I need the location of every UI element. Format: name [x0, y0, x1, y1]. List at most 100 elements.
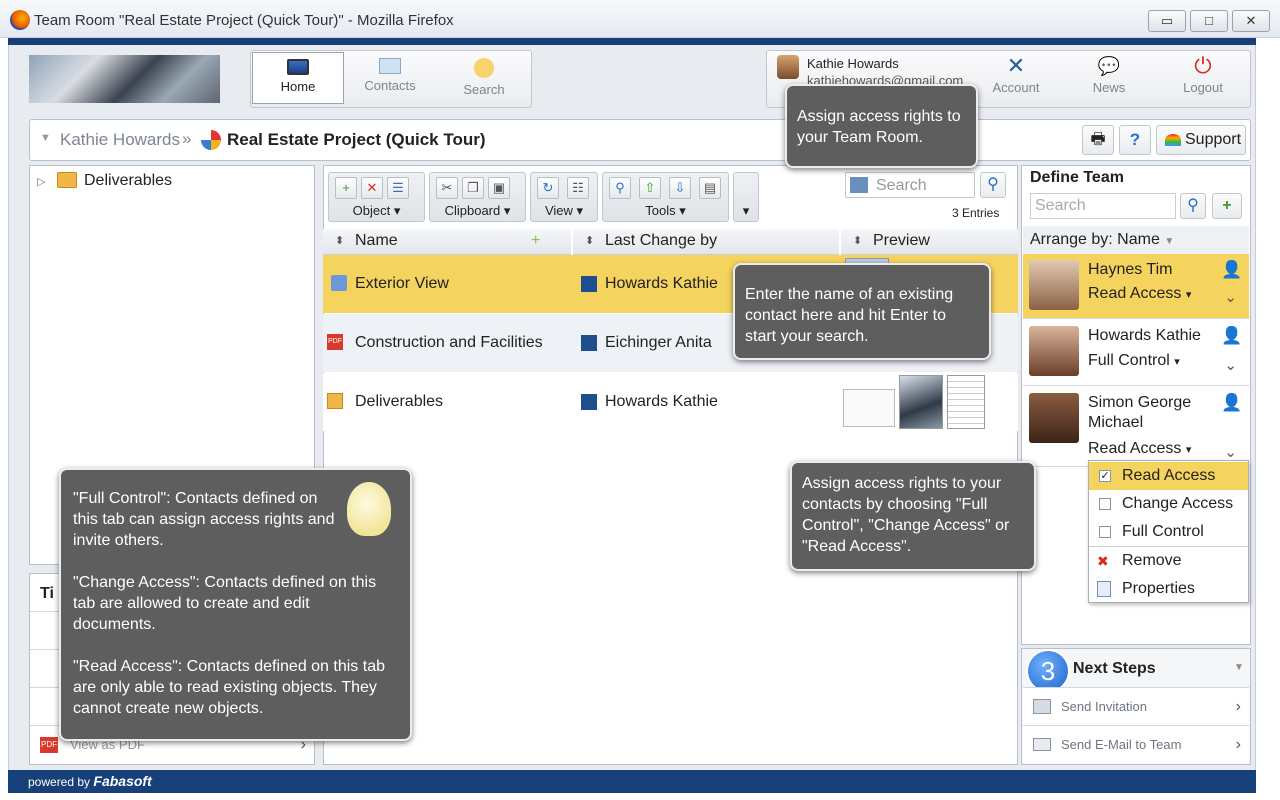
- team-room-icon: [201, 130, 221, 150]
- footer: powered by Fabasoft: [8, 770, 1256, 793]
- add-column-icon[interactable]: +: [531, 229, 540, 253]
- member-access-select[interactable]: Read Access ▾: [1088, 284, 1191, 305]
- support-button[interactable]: Support: [1156, 125, 1246, 155]
- powered-by-label: powered by: [28, 775, 91, 789]
- find-icon[interactable]: ⚲: [609, 177, 631, 199]
- team-search-input[interactable]: Search: [1030, 193, 1176, 219]
- news-button[interactable]: 💬 News: [1084, 52, 1134, 104]
- tooltip-change-access-text: "Change Access": Contacts defined on thi…: [73, 574, 377, 633]
- page-title: Real Estate Project (Quick Tour): [227, 130, 486, 149]
- tree-item-deliverables[interactable]: Deliverables: [84, 172, 172, 190]
- send-invitation-link[interactable]: Send Invitation ›: [1023, 687, 1249, 725]
- minimize-button[interactable]: ▭: [1148, 10, 1186, 32]
- search-icon: ⚲: [1187, 197, 1199, 214]
- account-label: Account: [992, 80, 1040, 95]
- refresh-icon[interactable]: ↻: [537, 177, 559, 199]
- option-read-access[interactable]: ✓ Read Access: [1089, 462, 1248, 490]
- tab-contacts[interactable]: Contacts: [344, 52, 436, 104]
- cut-icon[interactable]: ✂: [436, 177, 458, 199]
- download-icon[interactable]: ⇩: [669, 177, 691, 199]
- view-menu[interactable]: View ▾: [531, 203, 597, 219]
- arrange-by[interactable]: Arrange by: Name ▼: [1023, 226, 1249, 254]
- member-name: Howards Kathie: [1088, 327, 1201, 344]
- member-name: Haynes Tim: [1088, 261, 1173, 278]
- row-name[interactable]: Deliverables: [323, 373, 571, 431]
- logout-button[interactable]: ⏻ Logout: [1176, 52, 1230, 104]
- add-member-button[interactable]: +: [1212, 193, 1242, 219]
- row-name[interactable]: PDF Construction and Facilities: [323, 314, 571, 372]
- row-name[interactable]: Exterior View: [323, 255, 571, 313]
- light-bulb-icon: [347, 482, 391, 536]
- chevron-down-icon[interactable]: ⌄: [1224, 356, 1237, 374]
- team-search-button[interactable]: ⚲: [1180, 193, 1206, 219]
- object-menu[interactable]: Object ▾: [329, 203, 424, 219]
- upload-icon[interactable]: ⇧: [639, 177, 661, 199]
- tooltip-full-control-text: "Full Control": Contacts defined on this…: [73, 490, 335, 549]
- copy-icon[interactable]: ❐: [462, 177, 484, 199]
- more-toolbar-button[interactable]: ▾: [733, 172, 759, 222]
- option-full-control[interactable]: Full Control: [1089, 518, 1248, 547]
- send-email-link[interactable]: Send E-Mail to Team ›: [1023, 725, 1249, 763]
- option-change-access[interactable]: Change Access: [1089, 490, 1248, 518]
- column-header-last-change[interactable]: ⬍ Last Change by: [573, 229, 839, 255]
- chevron-down-icon: ▼: [1164, 236, 1175, 247]
- tools-menu[interactable]: Tools ▾: [603, 203, 728, 219]
- delete-icon[interactable]: ✕: [361, 177, 383, 199]
- member-access-select[interactable]: Full Control ▾: [1088, 351, 1180, 372]
- row-changed-by: Howards Kathie: [573, 373, 839, 431]
- rainbow-icon: [1165, 134, 1181, 146]
- team-room-banner-image: [29, 55, 220, 103]
- properties-item[interactable]: Properties: [1089, 575, 1248, 603]
- chevron-down-icon[interactable]: ⌄: [1224, 443, 1237, 461]
- access-dropdown-menu: ✓ Read Access Change Access Full Control …: [1088, 460, 1249, 603]
- news-label: News: [1092, 80, 1126, 95]
- preview-thumbnail[interactable]: [947, 375, 985, 429]
- team-search-placeholder: Search: [1035, 197, 1086, 214]
- remove-icon: ✖: [1097, 553, 1109, 569]
- tab-home[interactable]: Home: [252, 52, 344, 104]
- clipboard-menu[interactable]: Clipboard ▾: [430, 203, 525, 219]
- chevron-down-icon[interactable]: ▼: [1234, 662, 1244, 673]
- content-search-input[interactable]: Search: [845, 172, 975, 198]
- power-icon: ⏻: [1194, 53, 1212, 78]
- export-icon[interactable]: ▤: [699, 177, 721, 199]
- view-toolbar-group: ↻ ☷ View ▾: [530, 172, 598, 222]
- column-name-label: Name: [355, 232, 398, 249]
- team-member[interactable]: Howards Kathie Full Control ▾ 👤 ⌄: [1023, 320, 1249, 386]
- team-member[interactable]: Haynes Tim Read Access ▾ 👤 ⌄: [1023, 254, 1249, 319]
- tooltip-assign-contacts: Assign access rights to your contacts by…: [790, 461, 1036, 571]
- remove-member-item[interactable]: ✖ Remove: [1089, 547, 1248, 575]
- table-row[interactable]: Deliverables Howards Kathie: [323, 373, 1018, 431]
- maximize-button[interactable]: □: [1190, 10, 1228, 32]
- team-member[interactable]: Simon George Michael Read Access ▾ 👤 ⌄: [1023, 387, 1249, 467]
- help-button[interactable]: ?: [1119, 125, 1151, 155]
- member-access-select[interactable]: Read Access ▾: [1088, 439, 1191, 460]
- person-icon: 👤: [1221, 393, 1243, 412]
- preview-thumbnail[interactable]: [843, 389, 895, 427]
- object-toolbar-group: + ✕ ☰ Object ▾: [328, 172, 425, 222]
- member-photo: [1029, 326, 1079, 376]
- paste-icon[interactable]: ▣: [488, 177, 510, 199]
- account-button[interactable]: ✕ Account: [990, 52, 1042, 104]
- checkbox-icon: [1099, 498, 1111, 510]
- column-header-preview[interactable]: ⬍ Preview: [841, 229, 1018, 255]
- clipboard-toolbar-group: ✂ ❐ ▣ Clipboard ▾: [429, 172, 526, 222]
- properties-icon[interactable]: ☰: [387, 177, 409, 199]
- chevron-right-icon: ›: [1235, 698, 1241, 715]
- preview-thumbnail[interactable]: [899, 375, 943, 429]
- chevron-down-icon[interactable]: ⌄: [1224, 288, 1237, 306]
- sort-icon: ⬍: [335, 235, 345, 247]
- chevron-down-icon[interactable]: ▼: [40, 132, 51, 144]
- new-object-icon[interactable]: +: [335, 177, 357, 199]
- content-search-button[interactable]: ⚲: [980, 172, 1006, 198]
- print-button[interactable]: 🖶: [1082, 125, 1114, 155]
- user-card-icon: [581, 335, 597, 351]
- contacts-icon: [379, 58, 401, 74]
- top-accent-bar: [8, 38, 1256, 45]
- tab-search[interactable]: Search: [438, 52, 530, 104]
- tree-expand-icon[interactable]: ▷: [37, 175, 45, 188]
- close-window-button[interactable]: ✕: [1232, 10, 1270, 32]
- breadcrumb-parent[interactable]: Kathie Howards: [60, 130, 180, 150]
- column-header-name[interactable]: ⬍ Name +: [323, 229, 571, 255]
- list-view-icon[interactable]: ☷: [567, 177, 589, 199]
